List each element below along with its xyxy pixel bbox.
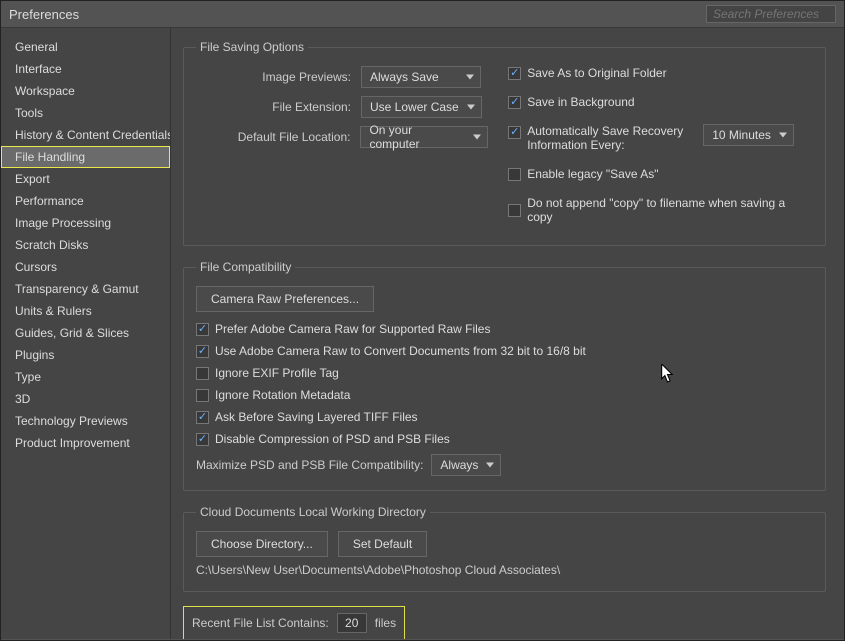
maximize-compat-dropdown[interactable]: Always [431,454,501,476]
image-previews-label: Image Previews: [196,70,351,84]
use-acr-32bit-checkbox[interactable] [196,345,209,358]
sidebar-item-product-improvement[interactable]: Product Improvement [1,432,170,454]
use-acr-32bit-label: Use Adobe Camera Raw to Convert Document… [215,344,586,358]
sidebar-item-3d[interactable]: 3D [1,388,170,410]
sidebar-item-tech-previews[interactable]: Technology Previews [1,410,170,432]
cloud-documents-legend: Cloud Documents Local Working Directory [196,505,430,519]
sidebar-item-cursors[interactable]: Cursors [1,256,170,278]
ignore-exif-label: Ignore EXIF Profile Tag [215,366,339,380]
ignore-exif-checkbox[interactable] [196,367,209,380]
file-saving-group: File Saving Options Image Previews: Alwa… [183,40,826,246]
camera-raw-preferences-button[interactable]: Camera Raw Preferences... [196,286,374,312]
save-as-original-checkbox[interactable] [508,67,521,80]
sidebar: General Interface Workspace Tools Histor… [1,28,171,639]
sidebar-item-type[interactable]: Type [1,366,170,388]
file-saving-legend: File Saving Options [196,40,308,54]
sidebar-item-general[interactable]: General [1,36,170,58]
file-compatibility-group: File Compatibility Camera Raw Preference… [183,260,826,491]
disable-psd-compression-checkbox[interactable] [196,433,209,446]
file-extension-label: File Extension: [196,100,351,114]
auto-save-interval-dropdown[interactable]: 10 Minutes [703,124,794,146]
sidebar-item-scratch-disks[interactable]: Scratch Disks [1,234,170,256]
auto-save-checkbox[interactable] [508,126,521,139]
sidebar-item-workspace[interactable]: Workspace [1,80,170,102]
titlebar: Preferences [1,1,844,28]
maximize-compat-label: Maximize PSD and PSB File Compatibility: [196,458,423,472]
image-previews-dropdown[interactable]: Always Save [361,66,481,88]
cloud-directory-path: C:\Users\New User\Documents\Adobe\Photos… [196,563,813,577]
default-file-location-dropdown[interactable]: On your computer [360,126,488,148]
search-input[interactable] [706,5,836,23]
no-append-copy-label: Do not append "copy" to filename when sa… [527,196,813,224]
file-extension-dropdown[interactable]: Use Lower Case [361,96,482,118]
cloud-documents-group: Cloud Documents Local Working Directory … [183,505,826,592]
ask-tiff-checkbox[interactable] [196,411,209,424]
set-default-button[interactable]: Set Default [338,531,427,557]
default-file-location-label: Default File Location: [196,130,350,144]
sidebar-item-tools[interactable]: Tools [1,102,170,124]
sidebar-item-file-handling[interactable]: File Handling [1,146,170,168]
sidebar-item-guides-grid[interactable]: Guides, Grid & Slices [1,322,170,344]
sidebar-item-transparency[interactable]: Transparency & Gamut [1,278,170,300]
no-append-copy-checkbox[interactable] [508,204,521,217]
recent-file-list-label: Recent File List Contains: [192,616,329,630]
sidebar-item-plugins[interactable]: Plugins [1,344,170,366]
choose-directory-button[interactable]: Choose Directory... [196,531,328,557]
main-panel: File Saving Options Image Previews: Alwa… [171,28,844,639]
file-compatibility-legend: File Compatibility [196,260,295,274]
legacy-save-as-checkbox[interactable] [508,168,521,181]
save-as-original-label: Save As to Original Folder [527,66,666,80]
ignore-rotation-checkbox[interactable] [196,389,209,402]
sidebar-item-export[interactable]: Export [1,168,170,190]
auto-save-label: Automatically Save Recovery Information … [527,124,697,152]
save-background-label: Save in Background [527,95,634,109]
recent-file-count-input[interactable] [337,613,367,633]
sidebar-item-performance[interactable]: Performance [1,190,170,212]
prefer-acr-label: Prefer Adobe Camera Raw for Supported Ra… [215,322,490,336]
sidebar-item-units-rulers[interactable]: Units & Rulers [1,300,170,322]
sidebar-item-interface[interactable]: Interface [1,58,170,80]
ignore-rotation-label: Ignore Rotation Metadata [215,388,350,402]
sidebar-item-image-processing[interactable]: Image Processing [1,212,170,234]
window-title: Preferences [9,7,79,22]
ask-tiff-label: Ask Before Saving Layered TIFF Files [215,410,418,424]
recent-file-list-suffix: files [375,616,396,630]
recent-file-list-group: Recent File List Contains: files [183,606,405,639]
sidebar-item-history[interactable]: History & Content Credentials [1,124,170,146]
disable-psd-compression-label: Disable Compression of PSD and PSB Files [215,432,450,446]
save-background-checkbox[interactable] [508,96,521,109]
legacy-save-as-label: Enable legacy "Save As" [527,167,658,181]
prefer-acr-checkbox[interactable] [196,323,209,336]
